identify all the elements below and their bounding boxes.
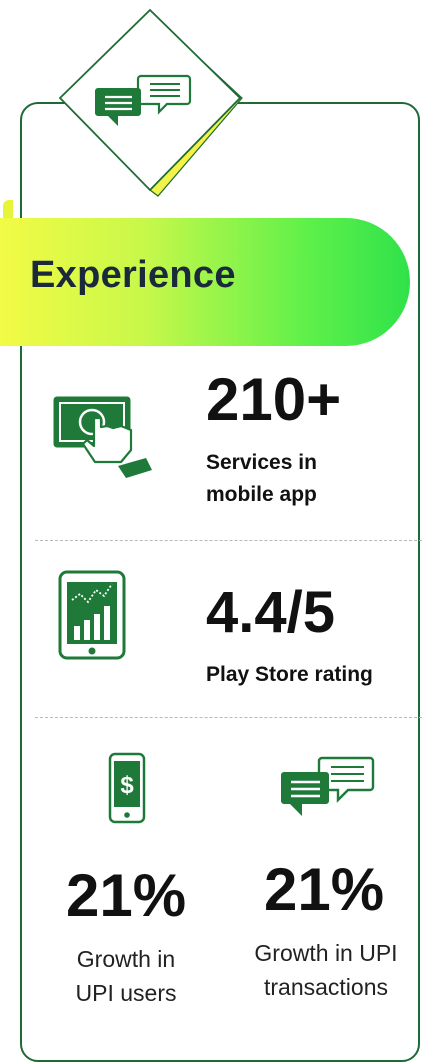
tap-screen-icon xyxy=(52,395,152,478)
upi-transactions-label-line2: transactions xyxy=(263,974,388,1000)
upi-users-label-line1: Growth in xyxy=(76,946,176,972)
banner-title: Experience xyxy=(30,254,236,296)
banner-notch xyxy=(3,200,13,220)
divider xyxy=(35,540,422,541)
upi-transactions-growth: 21% xyxy=(263,856,385,923)
upi-users-label-line2: UPI users xyxy=(75,980,177,1006)
svg-text:$: $ xyxy=(120,772,134,799)
upi-users-growth: 21% xyxy=(65,862,187,929)
rating-label: Play Store rating xyxy=(206,663,373,686)
upi-transactions-label-line1: Growth in UPI xyxy=(254,940,398,966)
phone-dollar-icon: $ xyxy=(108,752,146,824)
services-count: 210+ xyxy=(206,366,342,433)
rating-value: 4.4/5 xyxy=(206,580,335,645)
chat-bubbles-icon xyxy=(281,756,375,816)
divider xyxy=(35,717,422,718)
services-label-line1: Services in xyxy=(206,451,317,474)
services-label-line2: mobile app xyxy=(206,483,317,506)
phone-chart-icon xyxy=(58,570,126,660)
